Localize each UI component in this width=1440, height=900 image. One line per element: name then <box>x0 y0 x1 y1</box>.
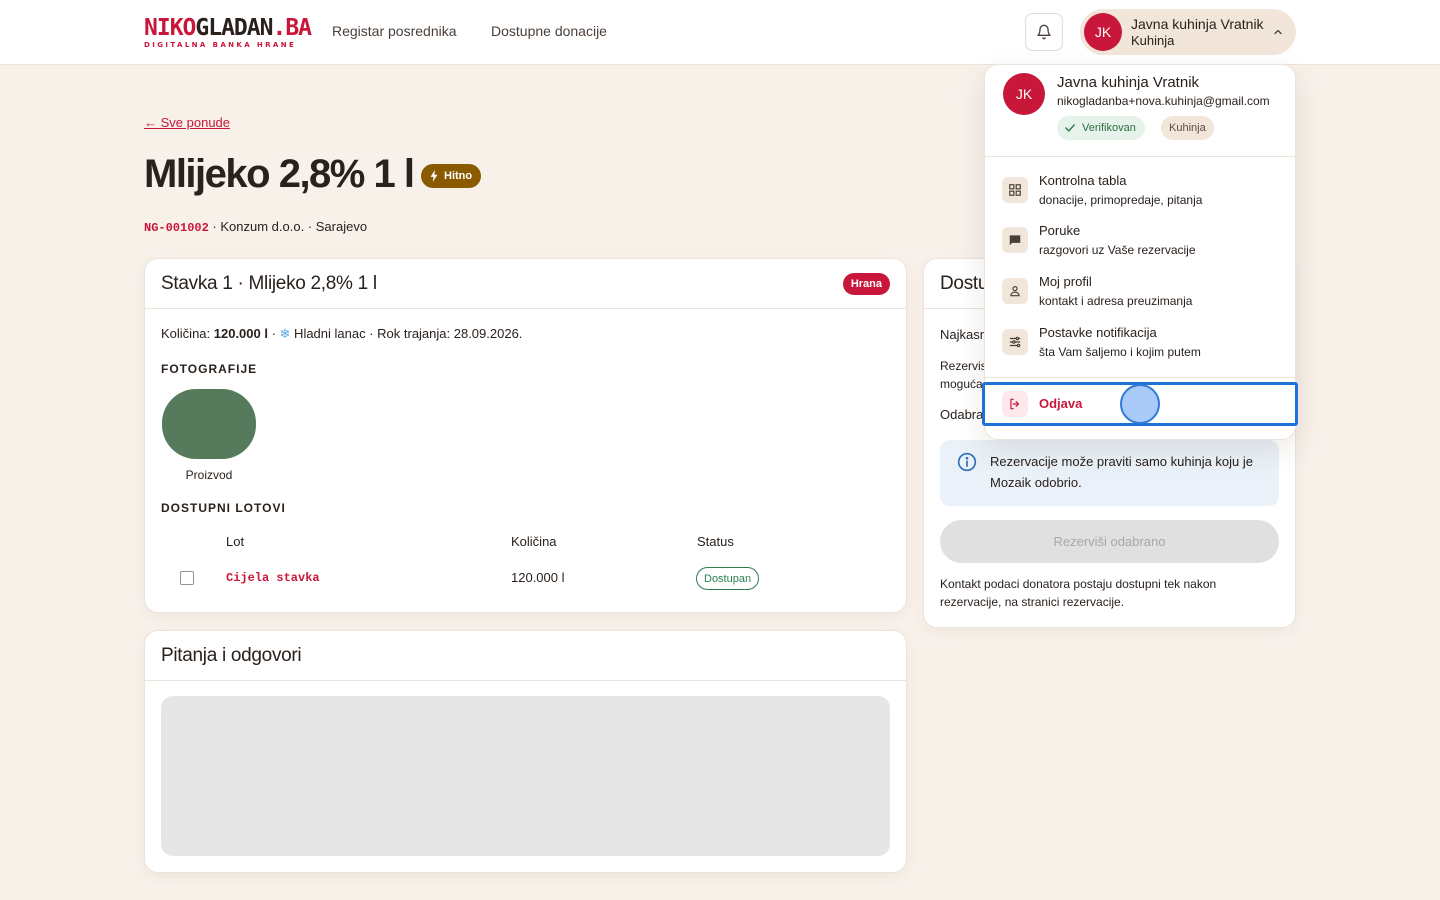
status-badge: Dostupan <box>696 567 760 590</box>
logo-part-1: NIKO <box>144 15 196 41</box>
reserve-selected-button[interactable]: Rezerviši odabrano <box>940 520 1279 563</box>
logout-label: Odjava <box>1039 396 1083 411</box>
logo[interactable]: NIKOGLADAN.BA DIGITALNA BANKA HRANE <box>144 15 312 49</box>
page-title: Mlijeko 2,8% 1 l <box>144 152 415 196</box>
menu-item-subtitle: šta Vam šaljemo i kojim putem <box>1039 345 1201 359</box>
logo-part-3: .BA <box>272 15 312 41</box>
user-dropdown-menu: JK Javna kuhinja Vratnik nikogladanba+no… <box>984 64 1296 440</box>
verified-badge: Verifikovan <box>1057 116 1145 140</box>
expiry-label: · Rok trajanja: 28.09.2026. <box>365 326 523 341</box>
item-card: Stavka 1 · Mlijeko 2,8% 1 l Hrana Količi… <box>144 258 907 613</box>
qa-card-header: Pitanja i odgovori <box>145 631 906 681</box>
product-photo[interactable] <box>162 389 256 459</box>
menu-item-moj-profil[interactable]: Moj profil kontakt i adresa preuzimanja <box>985 268 1295 316</box>
lots-col-lot: Lot <box>226 534 245 549</box>
bell-icon <box>1037 24 1051 40</box>
qa-card: Pitanja i odgovori <box>144 630 907 873</box>
nav-registar-posrednika[interactable]: Registar posrednika <box>332 23 457 39</box>
lot-checkbox[interactable] <box>180 571 194 585</box>
notifications-button[interactable] <box>1025 13 1063 51</box>
item-card-title: Stavka 1 · Mlijeko 2,8% 1 l <box>161 272 377 294</box>
reservation-card-title: Dostu <box>940 272 989 294</box>
dropdown-user-name: Javna kuhinja Vratnik <box>1057 74 1200 91</box>
snowflake-icon: ❄ <box>279 326 291 341</box>
sliders-icon <box>1002 329 1028 355</box>
offer-meta: NG-001002 · Konzum d.o.o. · Sarajevo <box>144 219 367 235</box>
chevron-up-icon <box>1274 29 1282 35</box>
menu-item-postavke-notifikacija[interactable]: Postavke notifikacija šta Vam šaljemo i … <box>985 319 1295 367</box>
dashboard-icon <box>1002 177 1028 203</box>
qty-sep: · <box>267 326 280 341</box>
quantity-line: Količina: 120.000 l · ❄ Hladni lanac · R… <box>161 326 522 342</box>
menu-item-title: Moj profil <box>1039 274 1092 289</box>
menu-item-title: Postavke notifikacija <box>1039 325 1157 340</box>
user-name: Javna kuhinja Vratnik <box>1131 16 1264 32</box>
selected-label: Odabra <box>940 407 984 422</box>
urgent-badge: Hitno <box>421 164 482 188</box>
menu-item-title: Kontrolna tabla <box>1039 173 1127 188</box>
qa-loading-placeholder <box>161 696 890 856</box>
cold-chain-label: Hladni lanac <box>290 326 366 341</box>
urgent-badge-label: Hitno <box>444 170 473 182</box>
qa-card-title: Pitanja i odgovori <box>161 644 302 666</box>
check-icon <box>1065 124 1075 132</box>
offer-meta-rest: · Konzum d.o.o. · Sarajevo <box>208 219 368 234</box>
contact-footnote: Kontakt podaci donatora postaju dostupni… <box>940 577 1217 609</box>
reservation-rule-line-1: Rezervis <box>940 359 987 373</box>
lots-col-status: Status <box>697 534 734 549</box>
back-link[interactable]: ← Sve ponude <box>144 115 230 130</box>
logo-tagline: DIGITALNA BANKA HRANE <box>144 41 297 49</box>
dropdown-divider <box>985 377 1295 378</box>
info-text: Rezervacije može praviti samo kuhinja ko… <box>990 454 1254 490</box>
info-box: Rezervacije može praviti samo kuhinja ko… <box>940 440 1279 506</box>
nav-dostupne-donacije[interactable]: Dostupne donacije <box>491 23 607 39</box>
dropdown-user-email: nikogladanba+nova.kuhinja@gmail.com <box>1057 94 1270 108</box>
menu-item-title: Poruke <box>1039 223 1081 238</box>
menu-item-kontrolna-tabla[interactable]: Kontrolna tabla donacije, primopredaje, … <box>985 167 1295 215</box>
menu-item-poruke[interactable]: Poruke razgovori uz Vaše rezervacije <box>985 217 1295 265</box>
logout-button[interactable]: Odjava <box>985 386 1295 422</box>
person-icon <box>1002 278 1028 304</box>
lot-quantity: 120.000 l <box>511 570 565 585</box>
menu-item-subtitle: razgovori uz Vaše rezervacije <box>1039 243 1196 257</box>
dropdown-avatar: JK <box>1003 73 1045 115</box>
top-navbar: NIKOGLADAN.BA DIGITALNA BANKA HRANE Regi… <box>0 0 1440 65</box>
user-role: Kuhinja <box>1131 33 1175 48</box>
lot-name[interactable]: Cijela stavka <box>226 571 320 585</box>
lightning-icon <box>430 170 438 182</box>
dropdown-divider <box>985 156 1295 157</box>
logo-part-2: GLADAN <box>195 15 273 41</box>
item-card-header: Stavka 1 · Mlijeko 2,8% 1 l Hrana <box>145 259 906 309</box>
info-icon <box>957 452 977 472</box>
verified-label: Verifikovan <box>1082 122 1136 134</box>
category-badge: Hrana <box>842 272 890 295</box>
offer-code: NG-001002 <box>144 221 209 235</box>
qty-label: Količina: <box>161 326 214 341</box>
photo-caption: Proizvod <box>185 468 233 482</box>
avatar: JK <box>1084 13 1122 51</box>
lots-col-qty: Količina <box>511 534 557 549</box>
reservation-deadline-label: Najkasn <box>940 327 987 342</box>
logout-icon <box>1002 391 1028 417</box>
qty-value: 120.000 l <box>213 326 268 341</box>
menu-item-subtitle: kontakt i adresa preuzimanja <box>1039 294 1193 308</box>
lots-section-label: DOSTUPNI LOTOVI <box>161 501 286 515</box>
photos-section-label: FOTOGRAFIJE <box>161 362 258 376</box>
role-badge: Kuhinja <box>1161 116 1214 140</box>
reservation-rule-line-2: moguća <box>940 377 983 391</box>
user-menu-toggle[interactable]: JK Javna kuhinja Vratnik Kuhinja <box>1080 9 1296 55</box>
chat-icon <box>1002 227 1028 253</box>
menu-item-subtitle: donacije, primopredaje, pitanja <box>1039 193 1203 207</box>
